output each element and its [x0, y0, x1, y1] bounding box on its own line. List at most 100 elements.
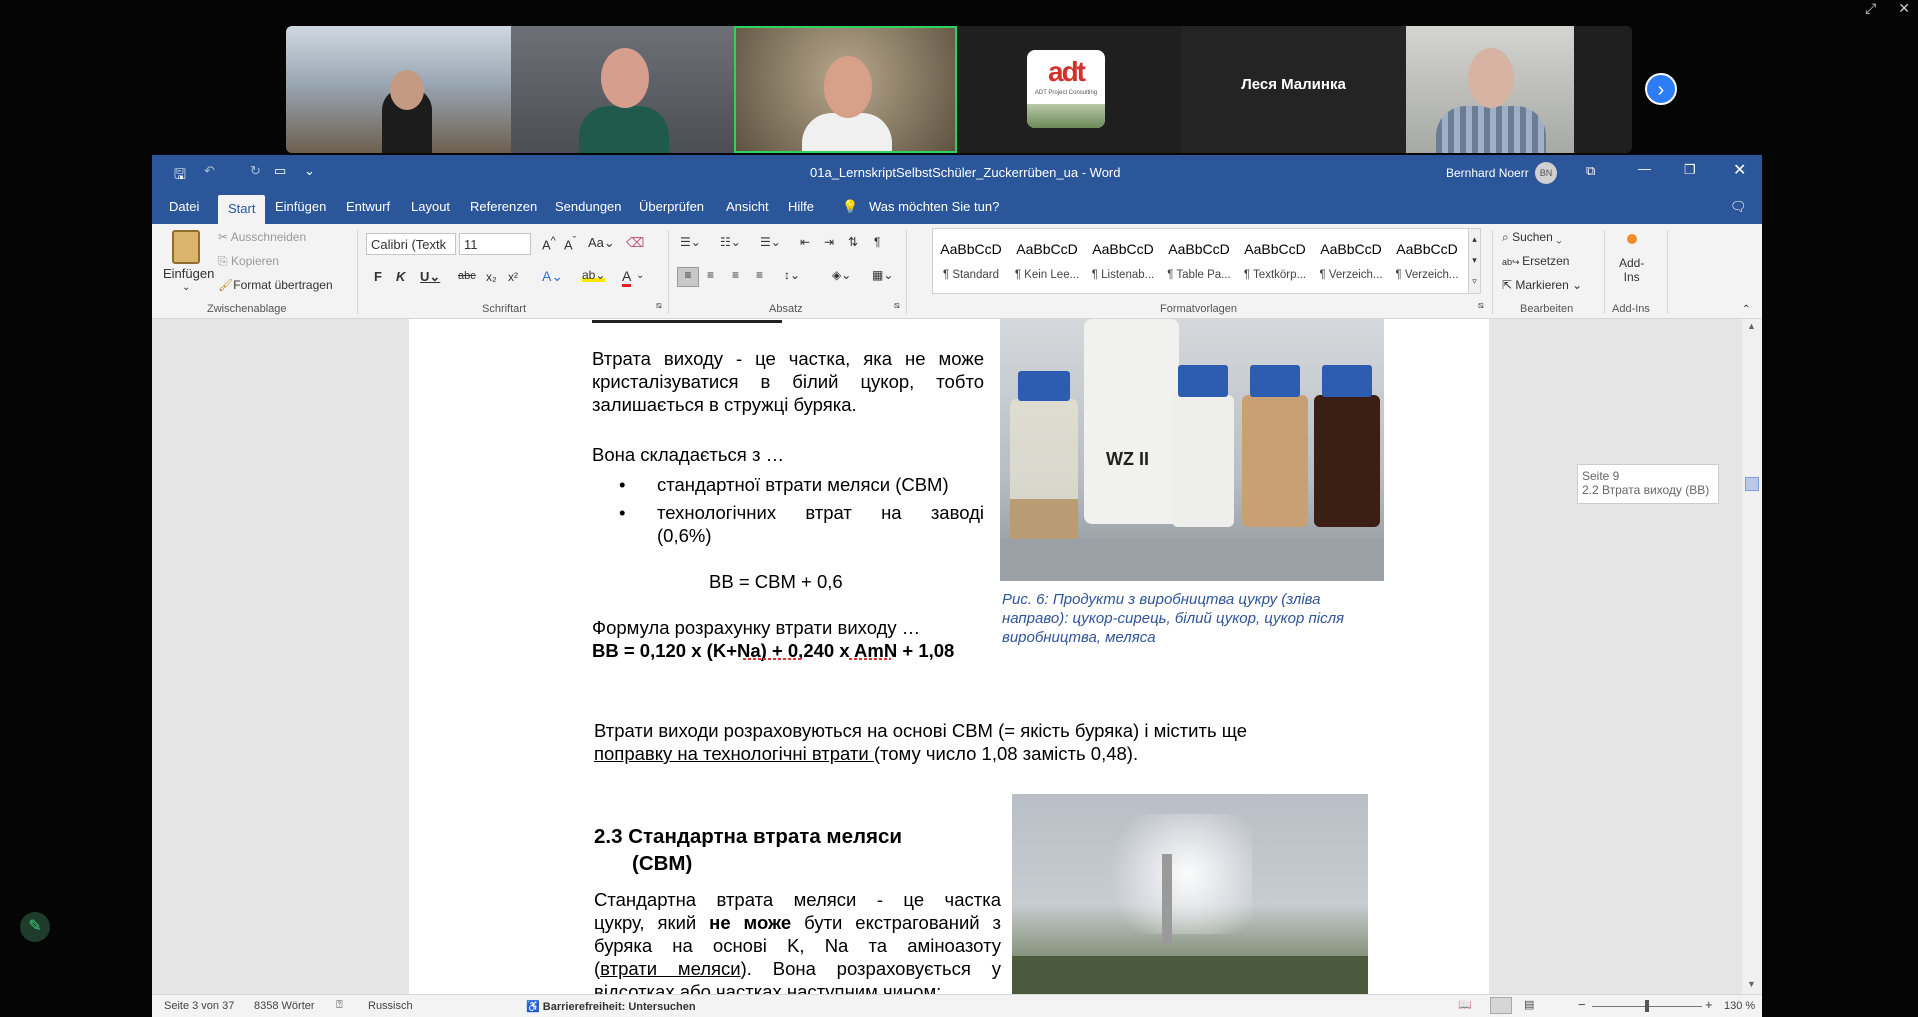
decrease-indent-icon[interactable]: ⇤	[800, 235, 810, 249]
ribbon-display-icon[interactable]: ⧉	[1586, 163, 1595, 179]
subscript-button[interactable]: x₂	[486, 270, 497, 284]
numbering-icon[interactable]: ☷⌄	[720, 235, 741, 249]
clear-format-icon[interactable]: ⌫	[626, 235, 644, 251]
web-layout-icon[interactable]: ▤	[1524, 998, 1534, 1011]
justify-button[interactable]: ≡	[756, 268, 763, 282]
word-count[interactable]: 8358 Wörter	[254, 1000, 315, 1012]
search-button[interactable]: ⌕ Suchen ⌄	[1502, 230, 1562, 245]
video-tile-2[interactable]	[511, 26, 734, 153]
grow-font-icon[interactable]: A^	[542, 235, 556, 252]
scroll-up-icon[interactable]: ▲	[1747, 321, 1756, 331]
select-button[interactable]: ⇱ Markieren ⌄	[1502, 278, 1582, 292]
vertical-scrollbar[interactable]: ▲ ▼	[1742, 319, 1762, 994]
video-tile-logo[interactable]: adt ADT Project Consulting	[957, 26, 1181, 153]
dialog-launcher-icon[interactable]: ⧅	[894, 300, 900, 311]
style-verzeichnis-1[interactable]: AaBbCcD ¶ Verzeich...	[1313, 241, 1389, 281]
language[interactable]: Russisch	[368, 1000, 413, 1012]
tab-referenzen[interactable]: Referenzen	[470, 199, 537, 214]
style-verzeichnis-2[interactable]: AaBbCcD ¶ Verzeich...	[1389, 241, 1465, 281]
customize-qat-icon[interactable]: ⌄	[304, 163, 315, 179]
dialog-launcher-icon[interactable]: ⧅	[1478, 300, 1484, 311]
tab-ansicht[interactable]: Ansicht	[726, 199, 769, 214]
add-ins-icon[interactable]	[1627, 234, 1637, 244]
open-folder-icon[interactable]: ▭	[274, 163, 286, 179]
undo-icon[interactable]: ↶	[204, 163, 215, 179]
strikethrough-button[interactable]: abc	[458, 270, 476, 282]
zoom-level[interactable]: 130 %	[1724, 1000, 1755, 1012]
increase-indent-icon[interactable]: ⇥	[824, 235, 834, 249]
chevron-down-icon[interactable]: ⌄	[636, 270, 644, 281]
tab-sendungen[interactable]: Sendungen	[555, 199, 622, 214]
font-name-select[interactable]: Calibri (Textk	[366, 233, 456, 255]
tab-start[interactable]: Start	[218, 195, 266, 224]
bullets-icon[interactable]: ☰⌄	[680, 235, 701, 249]
close-icon[interactable]: ✕	[1898, 0, 1910, 16]
format-painter-button[interactable]: 🖌Format übertragen	[218, 278, 333, 292]
sort-icon[interactable]: ⇅	[848, 235, 858, 249]
accessibility-check[interactable]: ♿ Barrierefreiheit: Untersuchen	[526, 1000, 696, 1013]
borders-icon[interactable]: ▦⌄	[872, 268, 893, 282]
highlight-icon[interactable]: ab⌄	[582, 268, 606, 282]
document-page[interactable]: Втрата виходу - це частка, яка не може к…	[409, 319, 1489, 1002]
tab-einfuegen[interactable]: Einfügen	[275, 199, 326, 214]
next-page-button[interactable]: ›	[1645, 73, 1677, 105]
add-ins-button[interactable]: Add- Ins	[1619, 256, 1644, 284]
tab-layout[interactable]: Layout	[411, 199, 450, 214]
redo-icon[interactable]: ↻	[250, 163, 261, 179]
restore-icon[interactable]: ❐	[1684, 162, 1696, 178]
tab-entwurf[interactable]: Entwurf	[346, 199, 390, 214]
tab-ueberpruefen[interactable]: Überprüfen	[639, 199, 704, 214]
page-count[interactable]: Seite 3 von 37	[164, 1000, 234, 1012]
shading-icon[interactable]: ◈⌄	[832, 268, 851, 282]
shrink-font-icon[interactable]: Aˇ	[564, 235, 576, 252]
style-table-paragraph[interactable]: AaBbCcD ¶ Table Pa...	[1161, 241, 1237, 281]
italic-button[interactable]: K	[396, 269, 405, 284]
underline-button[interactable]: U⌄	[420, 269, 440, 285]
annotate-pen-icon[interactable]: ✎	[20, 912, 50, 942]
video-tile-6[interactable]	[1406, 26, 1574, 153]
tab-datei[interactable]: Datei	[169, 199, 199, 214]
align-left-button[interactable]: ≡	[677, 267, 699, 287]
chevron-down-icon[interactable]: ⌄	[182, 282, 190, 293]
zoom-in-button[interactable]: +	[1705, 997, 1713, 1012]
zoom-slider-thumb[interactable]	[1645, 1000, 1649, 1012]
style-listenabsatz[interactable]: AaBbCcD ¶ Listenab...	[1085, 241, 1161, 281]
multilevel-list-icon[interactable]: ☰⌄	[760, 235, 781, 249]
minimize-icon[interactable]: —	[1638, 161, 1651, 176]
superscript-button[interactable]: x²	[508, 270, 518, 284]
cut-button[interactable]: ✂ Ausschneiden	[218, 230, 306, 244]
font-size-select[interactable]: 11	[459, 233, 531, 255]
save-icon[interactable]: 🖫	[174, 164, 186, 188]
tell-me-input[interactable]: Was möchten Sie tun?	[869, 199, 999, 214]
style-kein-leerraum[interactable]: AaBbCcD ¶ Kein Lee...	[1009, 241, 1085, 281]
line-spacing-icon[interactable]: ↕⌄	[784, 268, 800, 282]
change-case-icon[interactable]: Aa⌄	[588, 235, 615, 251]
pilcrow-icon[interactable]: ¶	[874, 235, 880, 249]
close-window-icon[interactable]: ✕	[1733, 160, 1746, 180]
font-color-icon[interactable]: A	[622, 268, 632, 287]
video-tile-active-speaker[interactable]	[734, 26, 957, 153]
expand-icon[interactable]: ⤢	[1865, 0, 1876, 16]
styles-scroll[interactable]: ▴ ▾ ▿	[1468, 228, 1481, 294]
read-mode-icon[interactable]: 📖	[1458, 998, 1472, 1011]
text-effects-icon[interactable]: A⌄	[542, 268, 563, 285]
dialog-launcher-icon[interactable]: ⧅	[656, 300, 662, 311]
tab-hilfe[interactable]: Hilfe	[788, 199, 814, 214]
video-tile-name[interactable]: Леся Малинка	[1181, 26, 1406, 153]
paste-button[interactable]: Einfügen	[163, 266, 214, 281]
video-tile-1[interactable]	[286, 26, 511, 153]
align-center-button[interactable]: ≡	[707, 268, 714, 282]
paste-icon[interactable]	[172, 230, 200, 264]
style-textkoerper[interactable]: AaBbCcD ¶ Textkörp...	[1237, 241, 1313, 281]
replace-button[interactable]: ab↪ Ersetzen	[1502, 254, 1569, 268]
proofing-icon[interactable]: ⍰	[336, 999, 343, 1012]
style-standard[interactable]: AaBbCcD ¶ Standard	[933, 241, 1009, 281]
align-right-button[interactable]: ≡	[732, 268, 739, 282]
zoom-out-button[interactable]: −	[1578, 997, 1586, 1012]
comments-icon[interactable]: 🗨	[1730, 199, 1747, 215]
copy-button[interactable]: ⎘ Kopieren	[218, 254, 279, 269]
avatar[interactable]: BN	[1535, 162, 1557, 184]
scroll-down-icon[interactable]: ▼	[1747, 979, 1756, 989]
print-layout-icon[interactable]	[1490, 997, 1512, 1014]
bold-button[interactable]: F	[374, 269, 382, 284]
